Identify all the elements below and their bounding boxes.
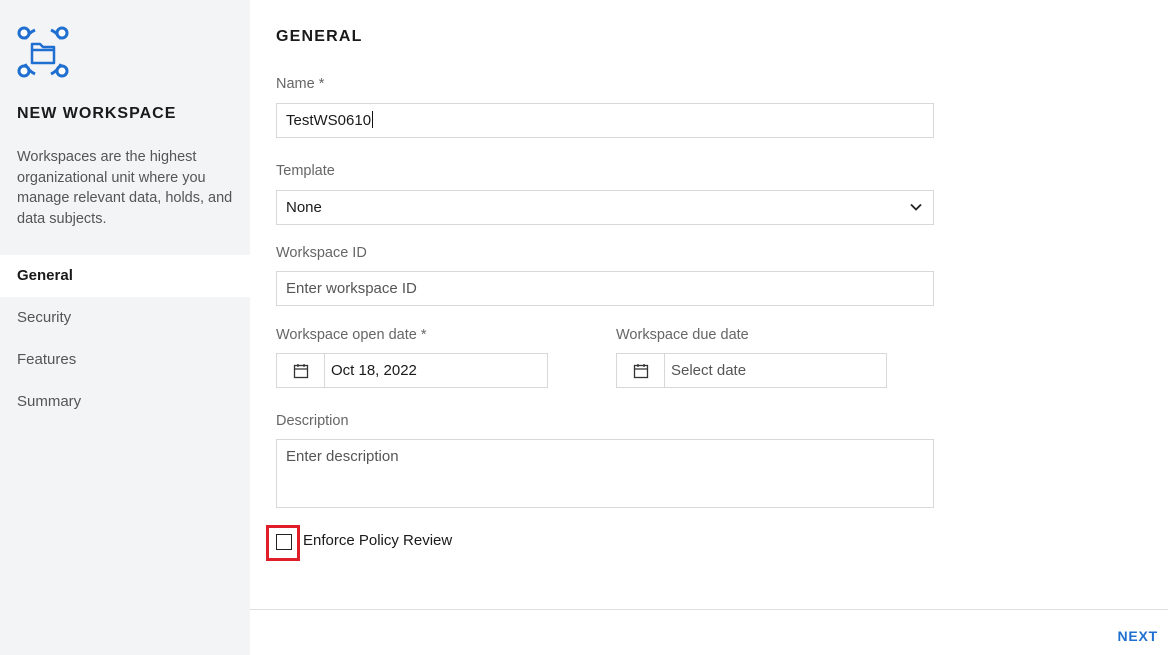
- calendar-icon: [293, 364, 309, 379]
- open-date-picker[interactable]: Oct 18, 2022: [276, 353, 548, 388]
- template-label: Template: [276, 163, 335, 179]
- workspace-id-label: Workspace ID: [276, 245, 367, 261]
- description-textarea[interactable]: Enter description: [276, 439, 934, 508]
- calendar-icon: [633, 364, 649, 379]
- sidebar-nav: General Security Features Summary: [0, 255, 250, 423]
- sidebar-item-security[interactable]: Security: [0, 297, 250, 339]
- workspace-network-icon: [17, 26, 69, 78]
- sidebar-item-general[interactable]: General: [0, 255, 250, 297]
- main-panel: GENERAL Name * TestWS0610 Template None …: [250, 0, 1168, 655]
- section-title: GENERAL: [276, 28, 363, 45]
- enforce-policy-label[interactable]: Enforce Policy Review: [303, 532, 452, 549]
- sidebar-item-features[interactable]: Features: [0, 339, 250, 381]
- sidebar: NEW WORKSPACE Workspaces are the highest…: [0, 0, 250, 655]
- due-date-calendar-button[interactable]: [617, 354, 665, 387]
- template-value: None: [286, 199, 322, 216]
- workspace-title: NEW WORKSPACE: [17, 105, 177, 122]
- text-caret: [372, 111, 374, 128]
- next-button[interactable]: NEXT: [1117, 628, 1158, 644]
- name-value: TestWS0610: [286, 112, 372, 129]
- open-date-calendar-button[interactable]: [277, 354, 325, 387]
- workspace-id-input[interactable]: Enter workspace ID: [276, 271, 934, 306]
- open-date-label: Workspace open date *: [276, 327, 427, 343]
- open-date-value: Oct 18, 2022: [331, 362, 417, 379]
- chevron-down-icon: [910, 203, 922, 211]
- name-label: Name *: [276, 76, 325, 92]
- footer-divider: [250, 609, 1168, 610]
- workspace-description: Workspaces are the highest organizationa…: [17, 149, 233, 227]
- due-date-picker[interactable]: Select date: [616, 353, 887, 388]
- due-date-placeholder: Select date: [671, 362, 747, 379]
- description-label: Description: [276, 413, 349, 429]
- template-select[interactable]: None: [276, 190, 934, 225]
- sidebar-item-summary[interactable]: Summary: [0, 381, 250, 423]
- due-date-label: Workspace due date: [616, 327, 749, 343]
- name-input[interactable]: TestWS0610: [276, 103, 934, 138]
- enforce-policy-checkbox[interactable]: [276, 534, 292, 550]
